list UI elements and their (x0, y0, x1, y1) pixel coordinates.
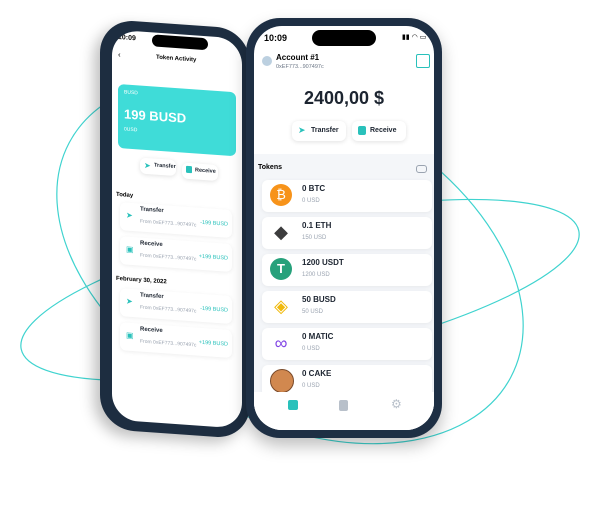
page-title: Token Activity (156, 54, 197, 64)
card-sub: 0USD (124, 126, 138, 134)
eye-icon[interactable] (416, 165, 427, 173)
card-symbol: BUSD (124, 89, 138, 97)
transfer-button[interactable]: ➤ Transfer (140, 157, 176, 177)
group-label-date: February 30, 2022 (116, 275, 167, 286)
account-name[interactable]: Account #1 (276, 53, 319, 62)
back-phone: 10:09 ‹ Token Activity BUSD 199 BUSD 0US… (100, 18, 250, 440)
token-row[interactable]: ◈ 50 BUSD 50 USD (262, 291, 432, 323)
token-row[interactable]: ◆ 0.1 ETH 150 USD (262, 217, 432, 249)
send-icon: ➤ (298, 125, 306, 135)
activity-row[interactable]: ▣ Receive From 0xEF773...907497c +199 BU… (120, 236, 232, 272)
phone-notch (152, 34, 208, 51)
dynamic-island (312, 30, 376, 46)
receive-button[interactable]: Receive (352, 121, 406, 141)
send-icon: ➤ (144, 160, 151, 171)
cake-icon (270, 369, 294, 393)
settings-tab-icon[interactable]: ⚙ (391, 397, 402, 411)
status-time: 10:09 (264, 33, 288, 43)
activity-row[interactable]: ➤ Transfer From 0xEF773...907497c -199 B… (120, 288, 232, 324)
token-card: BUSD 199 BUSD 0USD (118, 84, 236, 157)
bitcoin-icon: ₿ (270, 184, 292, 206)
transfer-button[interactable]: ➤ Transfer (292, 121, 346, 141)
token-activity-screen: 10:09 ‹ Token Activity BUSD 199 BUSD 0US… (112, 29, 242, 429)
group-label-today: Today (116, 191, 134, 200)
bottom-nav: ⚙ (254, 392, 434, 430)
token-row[interactable]: ∞ 0 MATIC 0 USD (262, 328, 432, 360)
token-row[interactable]: ₿ 0 BTC 0 USD (262, 180, 432, 212)
activity-row[interactable]: ▣ Receive From 0xEF773...907497c +199 BU… (120, 322, 232, 358)
receive-button[interactable]: Receive (182, 162, 218, 182)
history-tab-icon[interactable] (339, 400, 348, 411)
wallet-icon: ▣ (126, 244, 134, 255)
wallet-icon: ▣ (126, 330, 134, 341)
send-icon: ➤ (126, 210, 133, 221)
account-address[interactable]: 0xEF773...907497c (276, 64, 324, 70)
front-phone: 10:09 ▮▮ ◠ ▭ Account #1 0xEF773...907497… (246, 18, 442, 438)
scan-icon[interactable] (416, 54, 430, 68)
balance: 2400,00 $ (303, 88, 385, 108)
activity-row[interactable]: ➤ Transfer From 0xEF773...907497c -199 B… (120, 202, 232, 238)
busd-icon: ◈ (274, 296, 288, 316)
wallet-tab-icon[interactable] (288, 400, 298, 410)
wallet-icon (358, 126, 366, 135)
tether-icon: T (270, 258, 292, 280)
send-icon: ➤ (126, 296, 133, 307)
status-icons: ▮▮ ◠ ▭ (402, 34, 427, 41)
token-row[interactable]: T 1200 USDT 1200 USD (262, 254, 432, 286)
account-avatar (262, 56, 272, 66)
back-arrow-icon[interactable]: ‹ (118, 50, 121, 59)
matic-icon: ∞ (274, 333, 288, 353)
card-amount: 199 BUSD (124, 106, 187, 126)
wallet-screen: 10:09 ▮▮ ◠ ▭ Account #1 0xEF773...907497… (254, 26, 434, 430)
wallet-icon (186, 165, 192, 174)
tokens-label: Tokens (258, 164, 282, 171)
ethereum-icon: ◆ (274, 222, 288, 242)
status-time: 10:09 (118, 34, 136, 43)
